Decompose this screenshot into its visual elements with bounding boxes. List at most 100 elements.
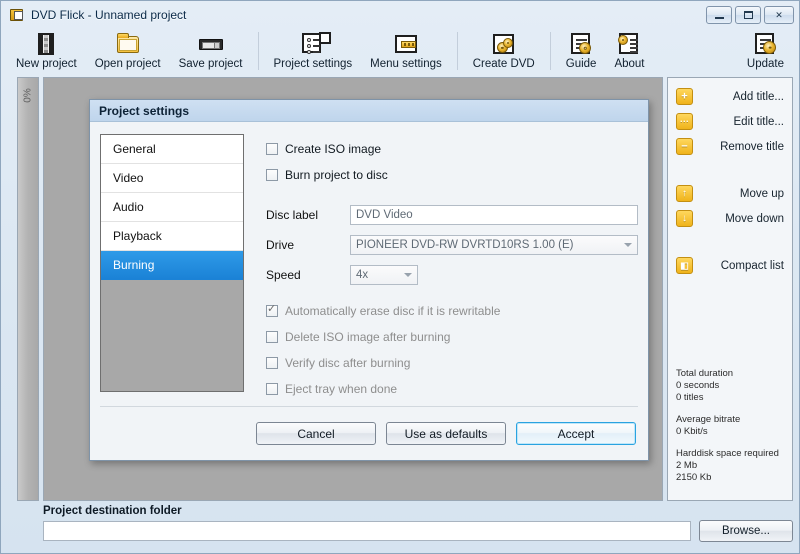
toolbar-label: About xyxy=(614,58,644,70)
toolbar-separator xyxy=(550,32,551,70)
toolbar-label: Project settings xyxy=(274,58,353,70)
category-playback[interactable]: Playback xyxy=(101,222,243,251)
stat-value: 0 seconds xyxy=(676,380,784,392)
title-actions-panel: + Add title... ··· Edit title... − xyxy=(667,77,793,501)
destination-label: Project destination folder xyxy=(43,505,793,517)
arrow-down-icon: ↓ xyxy=(676,210,693,227)
toolbar-label: Menu settings xyxy=(370,58,442,70)
delete-iso-after-burning-row[interactable]: Delete ISO image after burning xyxy=(266,326,638,348)
move-up-button[interactable]: ↑ Move up xyxy=(674,181,786,206)
remove-title-button[interactable]: − Remove title xyxy=(674,134,786,159)
category-label: Audio xyxy=(113,200,144,214)
side-button-label: Move up xyxy=(699,188,784,200)
browse-button[interactable]: Browse... xyxy=(699,520,793,542)
stat-harddisk-space: Harddisk space required 2 Mb 2150 Kb xyxy=(676,448,784,484)
about-icon xyxy=(616,31,642,57)
project-stats: Total duration 0 seconds 0 titles Averag… xyxy=(674,368,786,496)
main-toolbar: New project Open project Save project xyxy=(1,29,799,77)
field-label: Drive xyxy=(266,238,350,252)
field-value: 4x xyxy=(356,269,368,281)
toolbar-separator xyxy=(258,32,259,70)
create-iso-image-row[interactable]: Create ISO image xyxy=(266,138,638,160)
category-label: General xyxy=(113,142,156,156)
stat-heading: Total duration xyxy=(676,368,784,380)
cancel-button[interactable]: Cancel xyxy=(256,422,376,445)
eject-tray-when-done-row[interactable]: Eject tray when done xyxy=(266,378,638,400)
category-burning[interactable]: Burning xyxy=(101,251,243,280)
chevron-down-icon xyxy=(624,243,632,247)
burn-project-to-disc-row[interactable]: Burn project to disc xyxy=(266,164,638,186)
checkbox-label: Automatically erase disc if it is rewrit… xyxy=(285,304,500,318)
delete-iso-after-burning-checkbox[interactable] xyxy=(266,331,278,343)
destination-bar: Project destination folder Browse... xyxy=(1,501,799,553)
category-label: Video xyxy=(113,171,143,185)
stat-value: 2150 Kb xyxy=(676,472,784,484)
toolbar-about[interactable]: About xyxy=(605,29,653,75)
auto-erase-disc-row[interactable]: Automatically erase disc if it is rewrit… xyxy=(266,300,638,322)
compact-list-button[interactable]: ◧ Compact list xyxy=(674,253,786,278)
toolbar-update[interactable]: Update xyxy=(738,29,793,75)
toolbar-guide[interactable]: Guide xyxy=(557,29,606,75)
create-iso-image-checkbox[interactable] xyxy=(266,143,278,155)
verify-disc-after-burning-row[interactable]: Verify disc after burning xyxy=(266,352,638,374)
stat-heading: Average bitrate xyxy=(676,414,784,426)
dvdflick-icon xyxy=(9,7,25,23)
disc-label-input[interactable]: DVD Video xyxy=(350,205,638,225)
edit-title-button[interactable]: ··· Edit title... xyxy=(674,109,786,134)
minimize-button[interactable] xyxy=(706,6,732,24)
toolbar-label: Guide xyxy=(566,58,597,70)
disc-label-row: Disc label DVD Video xyxy=(266,200,638,230)
field-label: Disc label xyxy=(266,208,350,222)
drive-row: Drive PIONEER DVD-RW DVRTD10RS 1.00 (E) xyxy=(266,230,638,260)
floppy-icon xyxy=(198,31,224,57)
side-button-label: Add title... xyxy=(699,91,784,103)
compact-list-icon: ◧ xyxy=(676,257,693,274)
window-title: DVD Flick - Unnamed project xyxy=(31,8,186,22)
toolbar-project-settings[interactable]: Project settings xyxy=(265,29,362,75)
destination-column: Project destination folder Browse... xyxy=(43,505,793,542)
toolbar-new-project[interactable]: New project xyxy=(7,29,86,75)
update-icon xyxy=(752,31,778,57)
speed-row: Speed 4x xyxy=(266,260,638,290)
dialog-title: Project settings xyxy=(90,100,648,122)
pane-spacer xyxy=(266,190,638,200)
eject-tray-when-done-checkbox[interactable] xyxy=(266,383,278,395)
toolbar-label: Save project xyxy=(179,58,243,70)
window-titlebar: DVD Flick - Unnamed project ✕ xyxy=(1,1,799,29)
category-audio[interactable]: Audio xyxy=(101,193,243,222)
checkbox-label: Delete ISO image after burning xyxy=(285,330,450,344)
plus-icon: + xyxy=(676,88,693,105)
stat-total-duration: Total duration 0 seconds 0 titles xyxy=(676,368,784,404)
field-value: DVD Video xyxy=(356,209,413,221)
side-button-label: Edit title... xyxy=(699,116,784,128)
auto-erase-disc-checkbox[interactable] xyxy=(266,305,278,317)
toolbar-menu-settings[interactable]: Menu settings xyxy=(361,29,451,75)
add-title-button[interactable]: + Add title... xyxy=(674,84,786,109)
drive-select[interactable]: PIONEER DVD-RW DVRTD10RS 1.00 (E) xyxy=(350,235,638,255)
menu-settings-icon xyxy=(393,31,419,57)
toolbar-label: Create DVD xyxy=(473,58,535,70)
category-video[interactable]: Video xyxy=(101,164,243,193)
stat-average-bitrate: Average bitrate 0 Kbit/s xyxy=(676,414,784,438)
app-window: DVD Flick - Unnamed project ✕ New projec… xyxy=(0,0,800,554)
film-icon xyxy=(33,31,59,57)
maximize-button[interactable] xyxy=(735,6,761,24)
checkbox-label: Eject tray when done xyxy=(285,382,397,396)
toolbar-create-dvd[interactable]: Create DVD xyxy=(464,29,544,75)
settings-category-list[interactable]: General Video Audio Playback Burning xyxy=(100,134,244,392)
close-button[interactable]: ✕ xyxy=(764,6,794,24)
burn-project-to-disc-checkbox[interactable] xyxy=(266,169,278,181)
speed-select[interactable]: 4x xyxy=(350,265,418,285)
category-general[interactable]: General xyxy=(101,135,243,164)
minimize-icon xyxy=(715,17,724,19)
accept-button[interactable]: Accept xyxy=(516,422,636,445)
destination-folder-input[interactable] xyxy=(43,521,691,541)
toolbar-save-project[interactable]: Save project xyxy=(170,29,252,75)
checkbox-label: Create ISO image xyxy=(285,142,381,156)
toolbar-open-project[interactable]: Open project xyxy=(86,29,170,75)
verify-disc-after-burning-checkbox[interactable] xyxy=(266,357,278,369)
dialog-footer: Cancel Use as defaults Accept xyxy=(100,406,638,460)
use-as-defaults-button[interactable]: Use as defaults xyxy=(386,422,506,445)
move-down-button[interactable]: ↓ Move down xyxy=(674,206,786,231)
ellipsis-icon: ··· xyxy=(676,113,693,130)
